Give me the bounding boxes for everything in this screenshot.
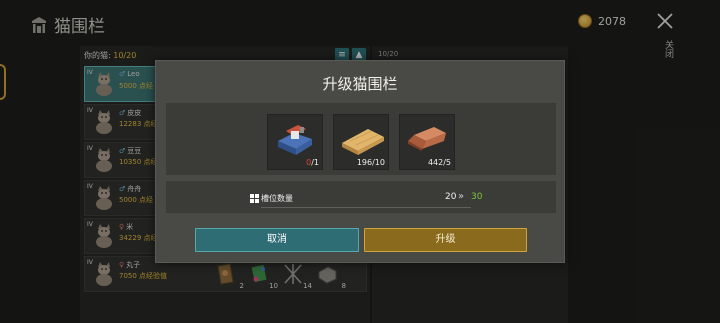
material-slot-plank[interactable]: 196/10 bbox=[333, 114, 389, 170]
material-slot-ingot[interactable]: 442/5 bbox=[399, 114, 455, 170]
stat-old-value: 20 bbox=[445, 192, 457, 202]
wooden-plank-icon bbox=[342, 129, 384, 155]
stat-divider bbox=[261, 207, 471, 208]
upgrade-dialog: 升级猫围栏 0/1 196/10 442/5 槽位数量 20 » 30 取消 升… bbox=[155, 60, 565, 263]
materials-panel: 0/1 196/10 442/5 bbox=[166, 103, 556, 175]
cancel-button[interactable]: 取消 bbox=[195, 228, 359, 252]
material-count: 196/10 bbox=[356, 158, 385, 167]
upgrade-button[interactable]: 升级 bbox=[364, 228, 527, 252]
stat-row-slots: 槽位数量 20 » 30 bbox=[166, 181, 556, 213]
stat-new-value: 30 bbox=[471, 192, 483, 202]
material-count: 442/5 bbox=[427, 158, 451, 167]
workbench-kit-icon bbox=[278, 125, 312, 155]
copper-ingot-icon bbox=[408, 127, 446, 151]
double-chevron-right-icon: » bbox=[458, 191, 465, 202]
dialog-title: 升级猫围栏 bbox=[322, 75, 398, 93]
stat-label: 槽位数量 bbox=[261, 194, 293, 203]
grid-icon bbox=[250, 194, 259, 203]
material-need-count: /1 bbox=[311, 158, 319, 167]
material-slot-workbench[interactable]: 0/1 bbox=[267, 114, 323, 170]
